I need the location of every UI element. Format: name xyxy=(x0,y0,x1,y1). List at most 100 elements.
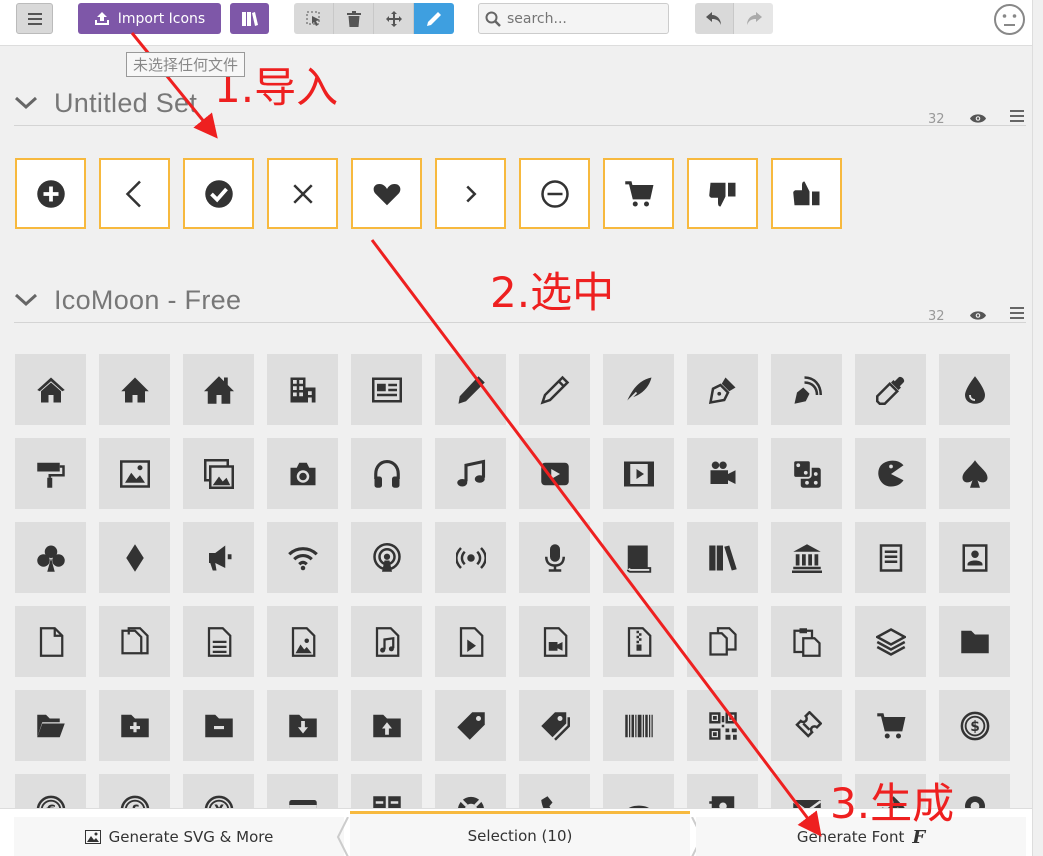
selection-tab[interactable]: Selection (10) xyxy=(350,811,690,856)
icon-cell-home3[interactable] xyxy=(183,354,254,425)
icon-cell-file-picture[interactable] xyxy=(267,606,338,677)
icon-cell-price-tags[interactable] xyxy=(519,690,590,761)
icon-cell-thumbs-down[interactable] xyxy=(687,158,758,229)
scrollbar[interactable] xyxy=(1032,0,1043,856)
icon-cell-check-circle[interactable] xyxy=(183,158,254,229)
icon-cell-qrcode[interactable] xyxy=(687,690,758,761)
main-menu-button[interactable] xyxy=(16,3,53,34)
set-menu-icon[interactable] xyxy=(1010,110,1024,122)
barcode-icon xyxy=(624,714,653,737)
select-tool[interactable] xyxy=(294,3,334,34)
icon-cell-connection[interactable] xyxy=(267,522,338,593)
icon-cell-droplet[interactable] xyxy=(939,354,1010,425)
search-box[interactable] xyxy=(478,3,669,34)
icon-cell-chevron-left[interactable] xyxy=(99,158,170,229)
icon-cell-headphones[interactable] xyxy=(351,438,422,509)
heart-icon xyxy=(373,183,400,205)
edit-tool[interactable] xyxy=(414,3,454,34)
icon-cell-chevron-right[interactable] xyxy=(435,158,506,229)
icon-cell-folder-plus[interactable] xyxy=(99,690,170,761)
icon-cell-blog[interactable] xyxy=(771,354,842,425)
search-input[interactable] xyxy=(507,10,657,27)
icon-cell-home[interactable] xyxy=(15,354,86,425)
icon-cell-paint-format[interactable] xyxy=(15,438,86,509)
icon-cell-thumbs-up[interactable] xyxy=(771,158,842,229)
icon-cell-folder-upload[interactable] xyxy=(351,690,422,761)
icon-cell-close[interactable] xyxy=(267,158,338,229)
icon-cell-coin-dollar[interactable]: $ xyxy=(939,690,1010,761)
icon-cell-image[interactable] xyxy=(99,438,170,509)
icon-cell-books[interactable] xyxy=(687,522,758,593)
icon-cell-book[interactable] xyxy=(603,522,674,593)
music-icon xyxy=(456,459,485,486)
icon-cell-camera[interactable] xyxy=(267,438,338,509)
icon-cell-office[interactable] xyxy=(267,354,338,425)
eye-icon[interactable] xyxy=(970,113,986,124)
icon-cell-library[interactable] xyxy=(771,522,842,593)
icon-cell-folder[interactable] xyxy=(939,606,1010,677)
icon-cell-plus-circle[interactable] xyxy=(15,158,86,229)
icon-cell-pen[interactable] xyxy=(687,354,758,425)
redo-button[interactable] xyxy=(734,3,773,34)
icon-cell-pencil[interactable] xyxy=(435,354,506,425)
icon-cell-images[interactable] xyxy=(183,438,254,509)
icon-cell-quill[interactable] xyxy=(603,354,674,425)
icon-cell-file-play[interactable] xyxy=(435,606,506,677)
icon-cell-newspaper[interactable] xyxy=(351,354,422,425)
icon-cell-profile[interactable] xyxy=(939,522,1010,593)
icon-cell-price-tag[interactable] xyxy=(435,690,506,761)
icon-cell-files-empty[interactable] xyxy=(99,606,170,677)
chevron-down-icon[interactable] xyxy=(14,94,38,110)
icon-cell-cart[interactable] xyxy=(855,690,926,761)
icon-cell-eyedropper[interactable] xyxy=(855,354,926,425)
icon-cell-folder-open[interactable] xyxy=(15,690,86,761)
quill-icon xyxy=(625,377,651,403)
icon-cell-video-camera[interactable] xyxy=(687,438,758,509)
icon-cell-file-text2[interactable] xyxy=(183,606,254,677)
icon-cell-music[interactable] xyxy=(435,438,506,509)
chevron-down-icon[interactable] xyxy=(14,291,38,307)
check-circle-icon xyxy=(204,179,233,208)
icon-cell-stack[interactable] xyxy=(855,606,926,677)
cursor-select-icon xyxy=(306,11,320,26)
icon-cell-folder-minus[interactable] xyxy=(183,690,254,761)
icon-cell-pacman[interactable] xyxy=(855,438,926,509)
edit-tools xyxy=(294,3,454,34)
icon-cell-mic[interactable] xyxy=(519,522,590,593)
icon-cell-file-music[interactable] xyxy=(351,606,422,677)
icon-cell-film[interactable] xyxy=(603,438,674,509)
move-tool[interactable] xyxy=(374,3,414,34)
icon-cell-file-text[interactable] xyxy=(855,522,926,593)
icon-cell-cart[interactable] xyxy=(603,158,674,229)
icon-cell-clubs[interactable] xyxy=(15,522,86,593)
icon-cell-copy[interactable] xyxy=(687,606,758,677)
icon-cell-spades[interactable] xyxy=(939,438,1010,509)
icon-cell-podcast[interactable] xyxy=(351,522,422,593)
icon-cell-pencil2[interactable] xyxy=(519,354,590,425)
import-icons-button[interactable]: Import Icons xyxy=(78,3,221,34)
undo-button[interactable] xyxy=(695,3,734,34)
library-button[interactable] xyxy=(230,3,269,34)
icon-cell-file-empty[interactable] xyxy=(15,606,86,677)
icon-cell-file-zip[interactable] xyxy=(603,606,674,677)
neutral-face-icon[interactable] xyxy=(993,3,1026,36)
delete-tool[interactable] xyxy=(334,3,374,34)
diamonds-icon xyxy=(125,543,144,572)
icon-cell-diamonds[interactable] xyxy=(99,522,170,593)
icon-cell-ticket[interactable] xyxy=(771,690,842,761)
icon-cell-home2[interactable] xyxy=(99,354,170,425)
icon-cell-heart[interactable] xyxy=(351,158,422,229)
icon-cell-folder-download[interactable] xyxy=(267,690,338,761)
eye-icon[interactable] xyxy=(970,310,986,321)
icon-cell-paste[interactable] xyxy=(771,606,842,677)
icon-cell-feed[interactable] xyxy=(435,522,506,593)
icon-cell-file-video[interactable] xyxy=(519,606,590,677)
generate-svg-button[interactable]: Generate SVG & More xyxy=(14,817,344,856)
icon-cell-minus-circle[interactable] xyxy=(519,158,590,229)
feed-icon xyxy=(455,546,486,569)
set-menu-icon[interactable] xyxy=(1010,307,1024,319)
icon-cell-dice[interactable] xyxy=(771,438,842,509)
icon-cell-bullhorn[interactable] xyxy=(183,522,254,593)
icon-cell-play[interactable] xyxy=(519,438,590,509)
icon-cell-barcode[interactable] xyxy=(603,690,674,761)
